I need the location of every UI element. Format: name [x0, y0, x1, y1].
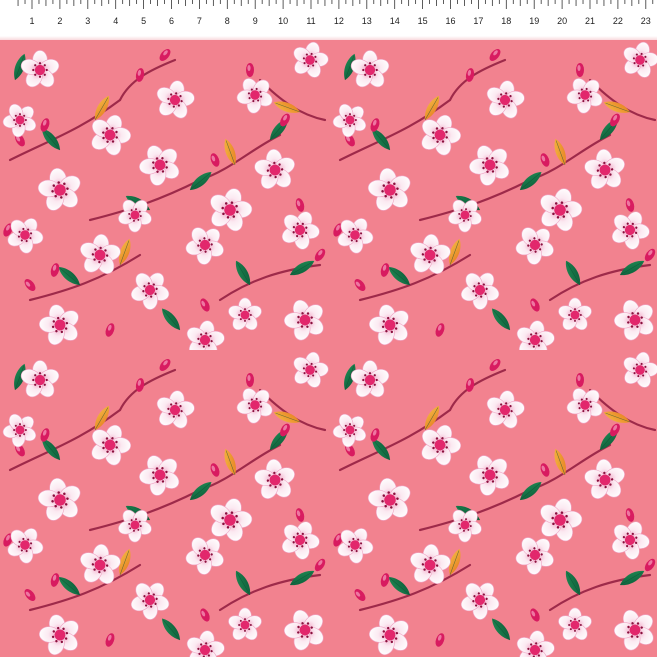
ruler-number: 7: [197, 16, 202, 26]
ruler-number: 15: [418, 16, 428, 26]
ruler-number: 12: [334, 16, 344, 26]
measuring-ruler: 123456789101112131415161718192021222324: [0, 0, 657, 36]
ruler-number: 5: [141, 16, 146, 26]
ruler-number: 20: [557, 16, 567, 26]
ruler-number: 17: [473, 16, 483, 26]
ruler-number: 11: [306, 16, 315, 26]
ruler-number: 6: [169, 16, 174, 26]
ruler-scale: 123456789101112131415161718192021222324: [17, 0, 654, 26]
ruler-number: 9: [253, 16, 258, 26]
ruler-number: 21: [585, 16, 595, 26]
ruler-number: 22: [613, 16, 623, 26]
ruler-number: 3: [85, 16, 90, 26]
ruler-number: 10: [278, 16, 288, 26]
ruler-number: 1: [29, 16, 34, 26]
blossom-pattern-fill: [0, 40, 657, 657]
fabric-pattern: [0, 40, 657, 657]
ruler-number: 23: [641, 16, 651, 26]
ruler-number: 18: [501, 16, 511, 26]
ruler-number: 19: [529, 16, 539, 26]
ruler-number: 2: [57, 16, 62, 26]
ruler-number: 4: [113, 16, 118, 26]
ruler-number: 8: [225, 16, 230, 26]
ruler-number: 13: [362, 16, 372, 26]
cherry-blossom-print: [0, 40, 657, 657]
ruler-number: 14: [390, 16, 400, 26]
ruler-number: 16: [445, 16, 455, 26]
